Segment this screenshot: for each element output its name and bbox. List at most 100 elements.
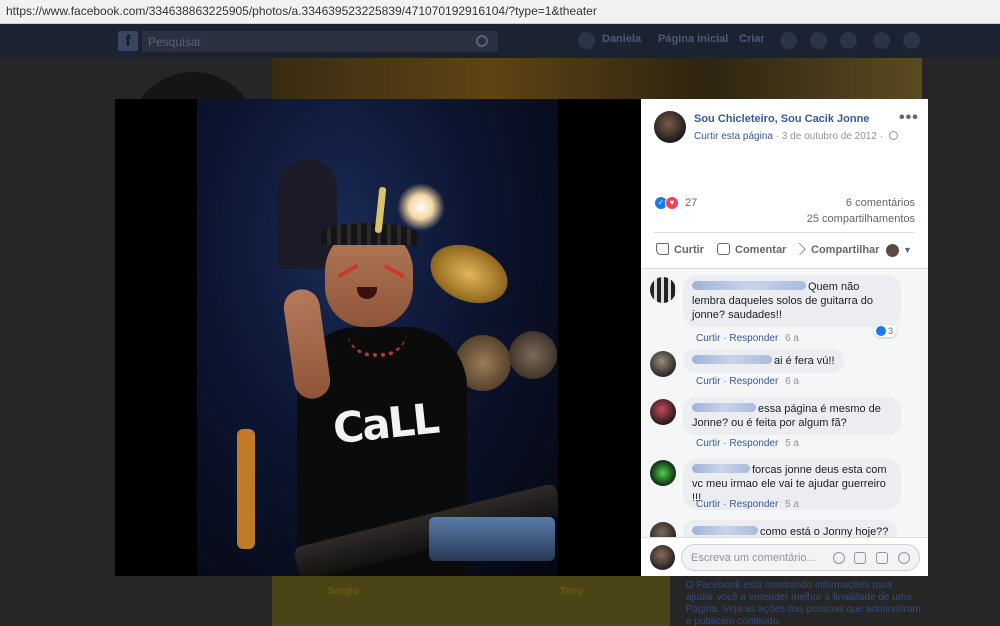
- comment-bubble: ai é fera vú!!: [683, 349, 844, 373]
- photo-musician-arm: [281, 287, 333, 401]
- shares-count-link[interactable]: 25 compartilhamentos: [807, 213, 915, 225]
- comment-bubble: como está o Jonny hoje??: [683, 520, 898, 537]
- share-icon: [793, 242, 806, 256]
- facebook-top-bar: f Pesquisar Daniela Página inicial Criar: [0, 24, 1000, 58]
- commenter-avatar[interactable]: [650, 277, 676, 303]
- comment-age[interactable]: 6 a: [785, 333, 799, 344]
- search-placeholder: Pesquisar: [148, 35, 202, 49]
- home-link[interactable]: Página inicial: [658, 33, 728, 45]
- audience-avatar[interactable]: [886, 244, 899, 257]
- comments-list[interactable]: Quem não lembra daqueles solos de guitar…: [641, 269, 928, 537]
- friends-icon[interactable]: [780, 32, 797, 49]
- comment-reply-link[interactable]: Responder: [729, 333, 778, 344]
- help-icon[interactable]: [873, 32, 890, 49]
- commenter-name-redacted[interactable]: [692, 355, 772, 364]
- facebook-logo[interactable]: f: [118, 31, 138, 51]
- commenter-avatar[interactable]: [650, 522, 676, 537]
- photo-viewer[interactable]: CaLL: [115, 99, 641, 576]
- camera-icon[interactable]: [854, 552, 866, 564]
- comment-bubble: Quem não lembra daqueles solos de guitar…: [683, 275, 901, 327]
- comment-reply-link[interactable]: Responder: [729, 499, 778, 510]
- separator: ·: [723, 438, 727, 449]
- background-ad-name-right: Tony: [560, 586, 584, 597]
- love-reaction-icon: ♥: [665, 196, 679, 210]
- like-button-label: Curtir: [674, 244, 704, 256]
- photo-guitar-neck: [237, 429, 255, 549]
- globe-icon: [888, 131, 898, 140]
- photo-stage-light: [397, 183, 445, 231]
- comments-count-link[interactable]: 6 comentários: [846, 197, 915, 209]
- sticker-icon[interactable]: [898, 552, 910, 564]
- commenter-avatar[interactable]: [650, 351, 676, 377]
- comment-text: ai é fera vú!!: [774, 355, 835, 367]
- commenter-name-redacted[interactable]: [692, 403, 756, 412]
- like-icon: [656, 243, 669, 255]
- comment-reply-link[interactable]: Responder: [729, 438, 778, 449]
- messenger-icon[interactable]: [810, 32, 827, 49]
- meta-separator-2: ·: [879, 131, 884, 142]
- page-name-link[interactable]: Sou Chicleteiro, Sou Cacik Jonne: [694, 113, 869, 125]
- account-menu-icon[interactable]: [903, 32, 920, 49]
- comment-actions: Curtir · Responder 5 a: [696, 499, 799, 510]
- separator: ·: [723, 499, 727, 510]
- comment-like-link[interactable]: Curtir: [696, 438, 720, 449]
- browser-url-bar[interactable]: https://www.facebook.com/334638863225905…: [0, 0, 1000, 24]
- comment-age[interactable]: 6 a: [785, 376, 799, 387]
- photo-drum-tom-2: [509, 331, 557, 379]
- post-photo[interactable]: CaLL: [197, 99, 558, 576]
- emoji-icon[interactable]: [833, 552, 845, 564]
- photo-headdress: [321, 223, 417, 245]
- comment-button-label: Comentar: [735, 244, 787, 256]
- url-text[interactable]: https://www.facebook.com/334638863225905…: [6, 4, 597, 18]
- background-cover-photo: [272, 58, 922, 100]
- comment-like-link[interactable]: Curtir: [696, 333, 720, 344]
- chevron-down-icon[interactable]: ▼: [903, 245, 912, 255]
- commenter-name-redacted[interactable]: [692, 464, 750, 473]
- comment-like-link[interactable]: Curtir: [696, 499, 720, 510]
- divider: [654, 232, 915, 233]
- notifications-icon[interactable]: [840, 32, 857, 49]
- comment-actions: Curtir · Responder 6 a: [696, 376, 799, 387]
- profile-avatar[interactable]: [578, 32, 595, 49]
- commenter-avatar[interactable]: [650, 399, 676, 425]
- post-meta: Curtir esta página · 3 de outubro de 201…: [694, 131, 898, 142]
- photo-drum-kit: [429, 517, 555, 561]
- comment-age[interactable]: 5 a: [785, 499, 799, 510]
- post-actions: Curtir Comentar Compartilhar ▼: [654, 242, 915, 261]
- background-sidebar-text: O Facebook está mostrando informações pa…: [686, 580, 921, 626]
- comment-like-link[interactable]: Curtir: [696, 376, 720, 387]
- background-ad-banner: Sergio Tony: [272, 576, 670, 626]
- comment-age[interactable]: 5 a: [785, 438, 799, 449]
- search-box[interactable]: Pesquisar: [142, 31, 498, 52]
- share-button[interactable]: Compartilhar: [793, 242, 880, 256]
- post-date[interactable]: 3 de outubro de 2012: [782, 131, 877, 142]
- user-avatar: [650, 545, 675, 570]
- page-avatar[interactable]: [654, 111, 686, 143]
- comment-actions: Curtir · Responder 5 a: [696, 438, 799, 449]
- like-button[interactable]: Curtir: [656, 243, 704, 256]
- search-icon[interactable]: [476, 35, 488, 47]
- post-panel: Sou Chicleteiro, Sou Cacik Jonne Curtir …: [641, 99, 928, 576]
- create-link[interactable]: Criar: [739, 33, 765, 45]
- comment-reply-link[interactable]: Responder: [729, 376, 778, 387]
- commenter-name-redacted[interactable]: [692, 281, 806, 290]
- reactions-count[interactable]: 27: [685, 197, 697, 209]
- reactions-icons[interactable]: ✓ ♥: [654, 196, 684, 210]
- comment-composer: Escreva um comentário...: [641, 537, 928, 576]
- like-page-link[interactable]: Curtir esta página: [694, 131, 773, 142]
- commenter-avatar[interactable]: [650, 460, 676, 486]
- separator: ·: [723, 376, 727, 387]
- comment-reaction-badge[interactable]: 3: [874, 325, 897, 337]
- more-options-button[interactable]: •••: [899, 109, 919, 127]
- comment-button[interactable]: Comentar: [717, 243, 786, 256]
- share-button-label: Compartilhar: [811, 244, 880, 256]
- comment-input-placeholder: Escreva um comentário...: [691, 552, 816, 564]
- like-reaction-icon: [876, 326, 886, 336]
- comment-bubble: essa página é mesmo de Jonne? ou é feita…: [683, 397, 901, 435]
- gif-icon[interactable]: [876, 552, 888, 564]
- profile-link[interactable]: Daniela: [602, 33, 641, 45]
- comment-text: como está o Jonny hoje??: [760, 526, 889, 537]
- comment-input[interactable]: Escreva um comentário...: [681, 544, 920, 571]
- commenter-name-redacted[interactable]: [692, 526, 758, 535]
- separator: ·: [723, 333, 727, 344]
